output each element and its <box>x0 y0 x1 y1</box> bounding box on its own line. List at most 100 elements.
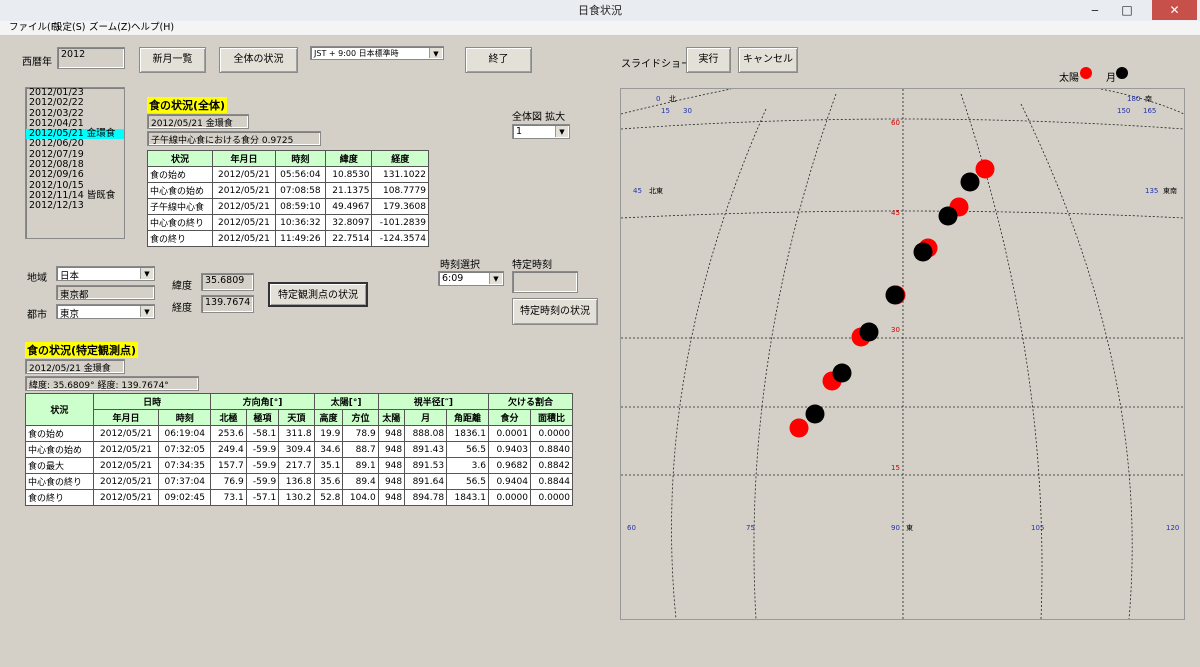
time-select[interactable]: 6:09 ▼ <box>438 271 504 286</box>
menu-settings[interactable]: 設定(S) <box>53 21 85 35</box>
close-icon[interactable]: ✕ <box>1152 0 1197 20</box>
table-cell: 32.8097 <box>324 214 373 231</box>
azimuth-line-120 <box>1020 103 1133 620</box>
table-cell: -58.1 <box>245 425 280 442</box>
table-cell: 130.2 <box>278 489 315 506</box>
overall-header-cell: 緯度 <box>324 150 373 167</box>
observe-point-status-button[interactable]: 特定観測点の状況 <box>268 282 368 307</box>
table-cell: 56.5 <box>446 473 489 490</box>
city-value: 東京 <box>60 309 80 319</box>
run-button[interactable]: 実行 <box>686 47 731 73</box>
table-cell: -124.3574 <box>371 230 429 247</box>
table-cell: 136.8 <box>278 473 315 490</box>
table-cell: 0.8844 <box>529 473 574 490</box>
table-cell: 0.9403 <box>488 441 531 458</box>
sun-position <box>975 159 995 179</box>
maximize-icon[interactable]: □ <box>1112 0 1142 20</box>
moon-position <box>913 242 933 262</box>
specific-time-input[interactable] <box>512 271 578 293</box>
table-cell: 2012/05/21 <box>212 198 276 215</box>
overall-header-cell: 時刻 <box>274 150 326 167</box>
top-label-30: 30 <box>683 107 692 115</box>
az-label-75: 75 <box>746 524 755 532</box>
table-cell: 2012/05/21 <box>212 166 276 183</box>
table-row: 中心食の終り 2012/05/21 07:37:04 76.9 -59.9 136.8 35… <box>25 473 574 490</box>
table-cell: 10:36:32 <box>274 214 326 231</box>
table-cell: 10.8530 <box>324 166 373 183</box>
table-cell: 311.8 <box>278 425 315 442</box>
legend-sun-label: 太陽 <box>1059 73 1079 84</box>
latitude-field: 35.6809 <box>201 273 254 291</box>
title-bar: 日食状況 ‒ □ ✕ <box>0 0 1200 22</box>
table-cell: 73.1 <box>210 489 247 506</box>
table-cell: 179.3608 <box>371 198 429 215</box>
table-cell: 56.5 <box>446 441 489 458</box>
observe-subheader-cell: 角距離 <box>446 409 489 426</box>
overall-table: 状況 年月日 時刻 緯度 経度 食の始め 2012/05/21 05:56:04 10.853… <box>146 150 429 247</box>
overall-heading: 食の状況(全体) <box>147 97 228 113</box>
table-cell: 1843.1 <box>446 489 489 506</box>
table-cell: 157.7 <box>210 457 247 474</box>
latitude-label: 緯度 <box>172 281 192 292</box>
exit-button[interactable]: 終了 <box>465 47 532 73</box>
minimize-icon[interactable]: ‒ <box>1080 0 1110 20</box>
moon-position <box>805 404 825 424</box>
timezone-select[interactable]: JST + 9:00 日本標準時 ▼ <box>310 46 444 60</box>
chevron-down-icon: ▼ <box>429 48 442 58</box>
observe-subheader-cell: 高度 <box>313 409 344 426</box>
table-cell: 948 <box>377 489 406 506</box>
table-cell: 中心食の終り <box>146 214 214 231</box>
side-label-135: 135 <box>1145 187 1158 195</box>
top-label-150: 150 <box>1117 107 1130 115</box>
region-select[interactable]: 日本 ▼ <box>56 266 155 281</box>
menu-help[interactable]: ヘルプ(H) <box>131 21 174 35</box>
new-moon-list-button[interactable]: 新月一覧 <box>139 47 206 73</box>
specific-time-status-button[interactable]: 特定時刻の状況 <box>512 298 598 325</box>
observe-subheader-cell: 面積比 <box>529 409 574 426</box>
table-cell: 2012/05/21 <box>212 214 276 231</box>
observe-header-semidiameter: 視半径[″] <box>377 393 490 410</box>
table-cell: 948 <box>377 457 406 474</box>
menu-zoom[interactable]: ズーム(Z) <box>89 21 131 35</box>
observe-subheader-cell: 極項 <box>245 409 280 426</box>
table-cell: 78.9 <box>342 425 379 442</box>
table-cell: 131.1022 <box>371 166 429 183</box>
timezone-value: JST + 9:00 日本標準時 <box>314 49 399 58</box>
prefecture-field: 東京都 <box>56 285 155 300</box>
table-cell: -57.1 <box>245 489 280 506</box>
table-row: 子午線中心食 2012/05/21 08:59:10 49.4967 179.3608 <box>146 198 429 215</box>
chevron-down-icon: ▼ <box>140 306 153 317</box>
top-label-15: 15 <box>661 107 670 115</box>
top-label-south: 南 <box>1145 94 1152 103</box>
side-label-southeast: 東南 <box>1163 186 1177 195</box>
zoom-select[interactable]: 1 ▼ <box>512 124 570 139</box>
table-cell: 76.9 <box>210 473 247 490</box>
cancel-button[interactable]: キャンセル <box>738 47 798 73</box>
table-cell: 0.9682 <box>488 457 531 474</box>
table-cell: 2012/05/21 <box>92 457 160 474</box>
table-cell: 07:37:04 <box>158 473 212 490</box>
side-label-45: 45 <box>633 187 642 195</box>
table-row: 食の最大 2012/05/21 07:34:35 157.7 -59.9 217.7 35.… <box>25 457 574 474</box>
legend-moon-label: 月 <box>1106 73 1116 84</box>
list-item[interactable]: 2012/12/13 <box>26 200 124 211</box>
az-label-east: 東 <box>906 523 913 532</box>
sky-chart[interactable]: 0 北 15 30 150 165 180 南 45 北東 135 東南 60 … <box>620 88 1185 620</box>
year-input[interactable]: 2012 <box>57 47 125 69</box>
table-cell: 1836.1 <box>446 425 489 442</box>
alt-label-45: 45 <box>891 209 900 217</box>
alt-label-60: 60 <box>891 119 900 127</box>
table-cell: 34.6 <box>313 441 344 458</box>
az-label-90: 90 <box>891 524 900 532</box>
chevron-down-icon: ▼ <box>140 268 153 279</box>
city-select[interactable]: 東京 ▼ <box>56 304 155 319</box>
table-row: 食の始め 2012/05/21 05:56:04 10.8530 131.1022 <box>146 166 429 183</box>
specific-time-label: 特定時刻 <box>512 260 552 271</box>
eclipse-date-list[interactable]: 2012/01/23 2012/02/22 2012/03/22 2012/04/21… <box>25 87 125 239</box>
overall-status-button[interactable]: 全体の状況 <box>219 47 298 73</box>
moon-position <box>960 172 980 192</box>
observe-coords: 緯度: 35.6809° 経度: 139.7674° <box>25 376 199 391</box>
observe-header-datetime: 日時 <box>92 393 212 410</box>
table-cell: 35.6 <box>313 473 344 490</box>
legend-moon-marker <box>1116 67 1128 79</box>
